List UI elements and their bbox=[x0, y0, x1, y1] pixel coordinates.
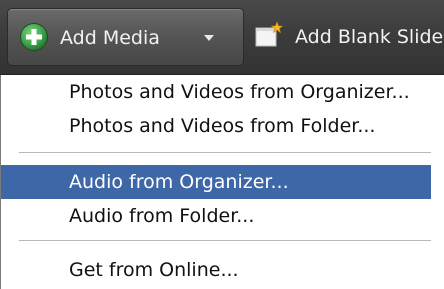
menu-separator bbox=[19, 152, 431, 153]
menu-item-photos-videos-organizer[interactable]: Photos and Videos from Organizer... bbox=[1, 75, 431, 109]
menu-separator bbox=[19, 240, 431, 241]
add-media-dropdown-menu: Photos and Videos from Organizer... Phot… bbox=[0, 75, 444, 289]
menu-item-get-from-online[interactable]: Get from Online... bbox=[1, 253, 431, 287]
toolbar: Add Media Add Blank Slide bbox=[0, 0, 444, 75]
plus-circle-icon bbox=[20, 23, 48, 51]
app-window: Add Media Add Blank Slide Photos and Vid… bbox=[0, 0, 444, 289]
menu-item-audio-organizer[interactable]: Audio from Organizer... bbox=[1, 165, 431, 199]
chevron-down-icon[interactable] bbox=[204, 34, 214, 42]
menu-item-photos-videos-folder[interactable]: Photos and Videos from Folder... bbox=[1, 109, 431, 143]
menu-item-audio-folder[interactable]: Audio from Folder... bbox=[1, 199, 431, 233]
blank-slide-icon bbox=[255, 21, 283, 47]
add-media-button[interactable]: Add Media bbox=[7, 8, 244, 66]
add-blank-slide-button[interactable]: Add Blank Slide bbox=[295, 26, 443, 48]
add-media-label: Add Media bbox=[60, 27, 160, 49]
